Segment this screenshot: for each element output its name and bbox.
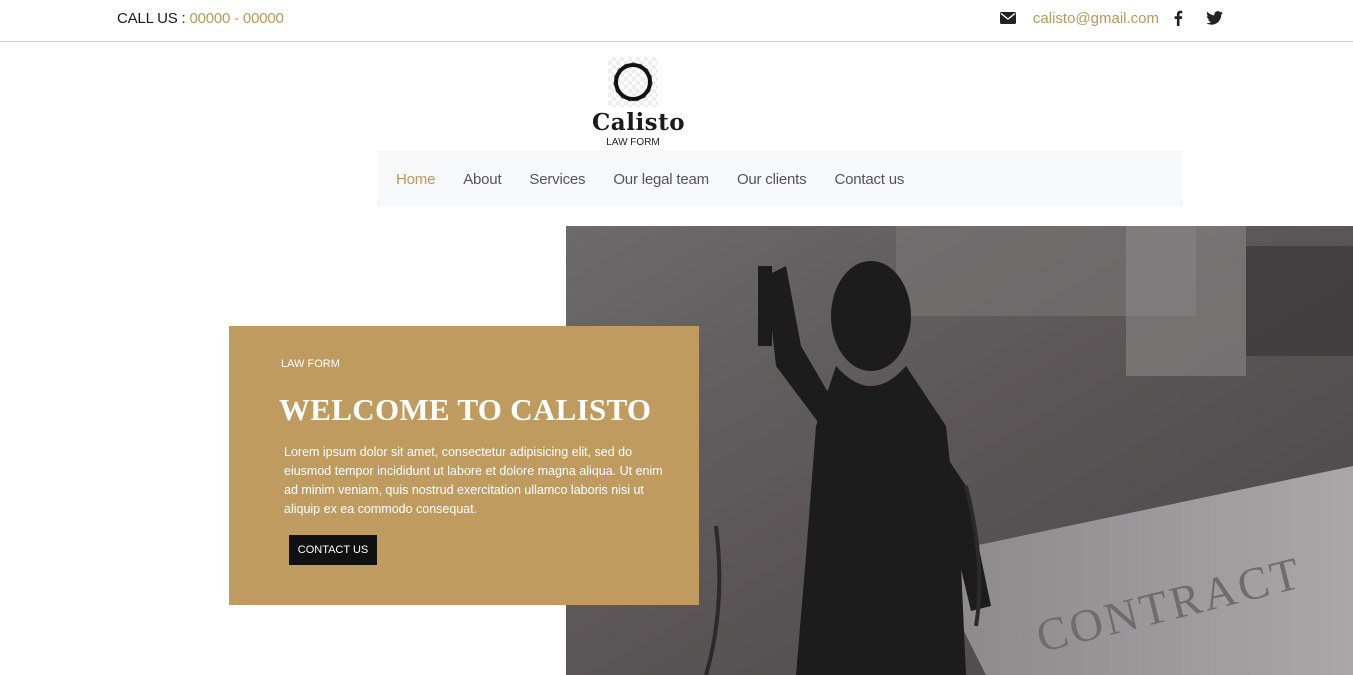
brand-logo[interactable]: Calisto LAW FORM	[592, 57, 686, 148]
nav-item-legal-team[interactable]: Our legal team	[613, 171, 709, 188]
contact-links: calisto@gmail.com	[999, 9, 1223, 27]
email-link[interactable]: calisto@gmail.com	[1033, 10, 1159, 27]
hero-kicker: LAW FORM	[281, 358, 340, 370]
envelope-icon	[999, 9, 1017, 27]
nav-item-services[interactable]: Services	[529, 171, 585, 188]
hero-title: WELCOME TO CALISTO	[279, 392, 652, 427]
contact-us-button[interactable]: CONTACT US	[289, 535, 377, 565]
brand-subtitle: LAW FORM	[606, 137, 660, 148]
call-us: CALL US : 00000 - 00000	[117, 10, 284, 27]
nav-item-clients[interactable]: Our clients	[737, 171, 807, 188]
main-nav: Home About Services Our legal team Our c…	[377, 151, 1183, 207]
facebook-icon[interactable]	[1169, 9, 1187, 27]
hero-body: Lorem ipsum dolor sit amet, consectetur …	[284, 445, 663, 516]
brand-name: Calisto	[592, 109, 686, 136]
nav-item-about[interactable]: About	[463, 171, 501, 188]
call-label: CALL US :	[117, 10, 190, 27]
twitter-icon[interactable]	[1205, 9, 1223, 27]
ring-logo-icon	[608, 57, 658, 107]
nav-item-home[interactable]: Home	[396, 171, 435, 188]
welcome-panel: LAW FORM WELCOME TO CALISTO Lorem ipsum …	[229, 326, 699, 605]
top-bar: CALL US : 00000 - 00000 calisto@gmail.co…	[0, 0, 1353, 42]
nav-item-contact[interactable]: Contact us	[834, 171, 904, 188]
phone-number[interactable]: 00000 - 00000	[189, 10, 283, 27]
